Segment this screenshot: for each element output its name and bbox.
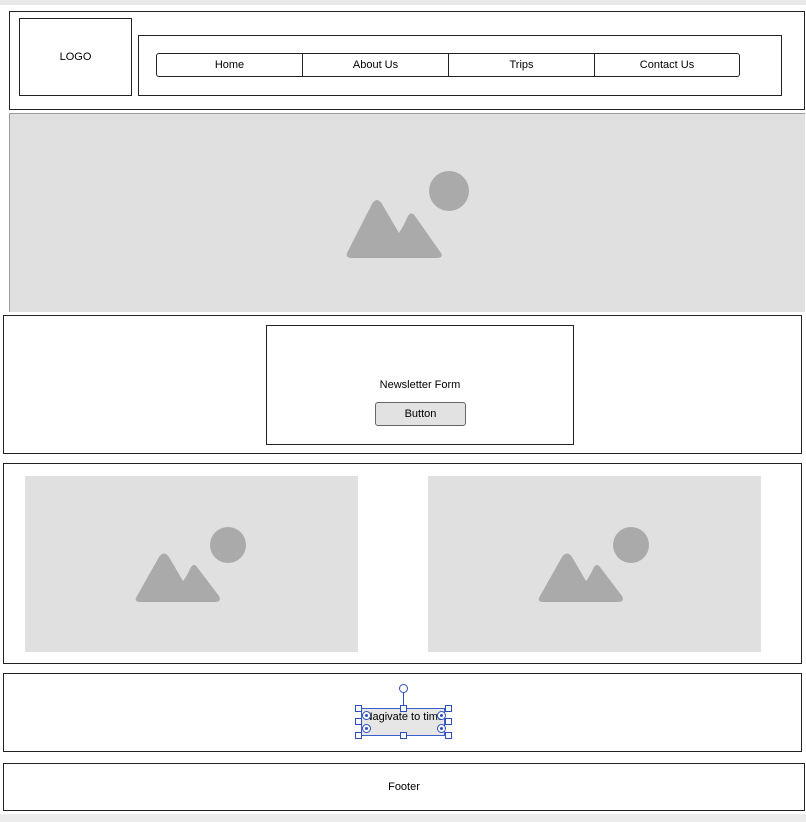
header-section: LOGO Home About Us Trips Contact Us [9, 11, 805, 110]
footer-label: Footer [388, 781, 420, 793]
resize-handle-top[interactable] [400, 705, 407, 712]
resize-handle-top-right[interactable] [445, 705, 452, 712]
nav-item-label: About Us [352, 59, 399, 71]
rotate-handle-line [403, 692, 404, 705]
gallery-image-1[interactable] [25, 476, 358, 652]
rotate-handle[interactable] [399, 684, 408, 693]
resize-handle-bottom[interactable] [400, 732, 407, 739]
nav-item-label: Home [214, 59, 245, 71]
newsletter-section: Newsletter Form Button [3, 315, 802, 454]
canvas-top-bar [0, 0, 806, 5]
image-placeholder-icon [135, 527, 246, 602]
footer-section: Footer [3, 763, 805, 811]
hero-image[interactable] [9, 113, 805, 312]
resize-handle-top-left[interactable] [355, 705, 362, 712]
nav-item-trips[interactable]: Trips [448, 53, 595, 77]
gallery-section [3, 463, 802, 664]
resize-handle-left[interactable] [355, 718, 362, 725]
resize-handle-right[interactable] [445, 718, 452, 725]
resize-handle-bottom-left[interactable] [355, 732, 362, 739]
image-placeholder-icon [538, 527, 649, 602]
nav-item-label: Trips [509, 59, 534, 71]
button-label: Button [404, 408, 437, 420]
connection-point[interactable] [437, 724, 446, 733]
nav-bar: Home About Us Trips Contact Us [138, 35, 782, 96]
connection-point[interactable] [362, 711, 371, 720]
newsletter-form: Newsletter Form Button [266, 325, 574, 445]
nav-item-about-us[interactable]: About Us [302, 53, 449, 77]
image-placeholder-icon [346, 171, 469, 258]
gallery-image-2[interactable] [428, 476, 761, 652]
newsletter-title: Newsletter Form [379, 379, 461, 391]
newsletter-submit-button[interactable]: Button [375, 402, 466, 426]
resize-handle-bottom-right[interactable] [445, 732, 452, 739]
logo[interactable]: LOGO [19, 18, 132, 96]
logo-label: LOGO [59, 51, 92, 63]
nav-item-home[interactable]: Home [156, 53, 303, 77]
nav-item-label: Contact Us [639, 59, 695, 71]
nav-item-contact-us[interactable]: Contact Us [594, 53, 740, 77]
connection-point[interactable] [437, 711, 446, 720]
connection-point[interactable] [362, 724, 371, 733]
canvas-bottom-bar [0, 814, 806, 822]
nav-menu: Home About Us Trips Contact Us [156, 53, 740, 77]
